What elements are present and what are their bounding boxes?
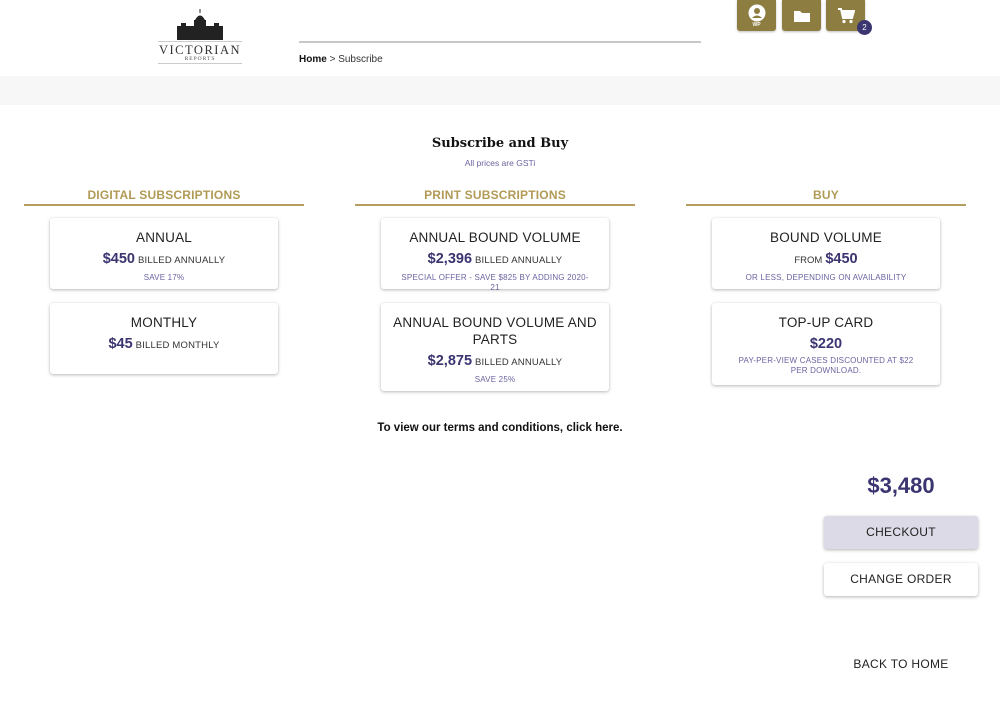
breadcrumb-home-link[interactable]: Home (299, 54, 327, 65)
column-heading: BUY (686, 188, 966, 206)
account-button[interactable]: WP (737, 0, 776, 31)
building-logo-icon (177, 9, 223, 40)
folder-button[interactable] (782, 0, 821, 31)
user-account-icon (748, 4, 765, 22)
product-card-annual[interactable]: ANNUAL $450 BILLED ANNUALLY SAVE 17% (50, 218, 278, 289)
product-price: $2,396 (427, 251, 473, 267)
search-bar[interactable] (299, 41, 701, 43)
product-card-annual-bound-volume[interactable]: ANNUAL BOUND VOLUME $2,396 BILLED ANNUALL… (381, 218, 609, 292)
product-card-bound-volume-and-parts[interactable]: ANNUAL BOUND VOLUME AND PARTS $2,875 BILL… (381, 303, 609, 391)
breadcrumb-separator: > (326, 54, 339, 65)
header-band (0, 76, 1000, 105)
product-note: SPECIAL OFFER - SAVE $825 BY ADDING 2020… (401, 273, 589, 292)
account-initials: WP (752, 22, 761, 28)
column-heading: PRINT SUBSCRIPTIONS (355, 188, 635, 206)
product-name: TOP-UP CARD (778, 315, 874, 330)
page-subtitle: All prices are GSTi (464, 158, 536, 168)
product-price: $45 (108, 336, 133, 352)
billing-period: BILLED ANNUALLY (475, 255, 563, 266)
product-price: $2,875 (427, 353, 473, 369)
logo-title: VICTORIAN (158, 41, 242, 57)
page-title: Subscribe and Buy (431, 136, 569, 151)
product-note: SAVE 17% (143, 273, 185, 282)
product-note: OR LESS, DEPENDING ON AVAILABILITY (745, 273, 907, 282)
breadcrumb: Home > Subscribe (299, 54, 383, 65)
product-card-bound-volume[interactable]: BOUND VOLUME FROM $450 OR LESS, DEPENDING… (712, 218, 940, 289)
product-name: ANNUAL BOUND VOLUME (409, 230, 581, 245)
product-name: BOUND VOLUME (770, 230, 882, 245)
back-to-home-link[interactable]: BACK TO HOME (851, 657, 951, 672)
print-subscriptions-column: PRINT SUBSCRIPTIONS ANNUAL BOUND VOLUME … (355, 188, 635, 391)
folder-icon (793, 10, 810, 22)
shopping-cart-icon (837, 7, 855, 23)
product-card-monthly[interactable]: MONTHLY $45 BILLED MONTHLY (50, 303, 278, 374)
billing-period: BILLED ANNUALLY (475, 357, 563, 368)
product-card-top-up-card[interactable]: TOP-UP CARD $220 PAY-PER-VIEW CASES DISC… (712, 303, 940, 385)
victorian-reports-logo[interactable]: VICTORIAN REPORTS (158, 8, 242, 64)
column-heading: DIGITAL SUBSCRIPTIONS (24, 188, 304, 206)
site-header: VICTORIAN REPORTS Home > Subscribe WP 2 (0, 0, 1000, 76)
billing-period: BILLED ANNUALLY (137, 255, 226, 266)
terms-and-conditions-link[interactable]: To view our terms and conditions, click … (0, 422, 1000, 434)
product-price: $450 (825, 251, 858, 267)
order-total: $3,480 (867, 473, 935, 498)
price-prefix: FROM (794, 255, 823, 266)
billing-period: BILLED MONTHLY (135, 340, 220, 351)
breadcrumb-current: Subscribe (338, 54, 383, 65)
product-name: ANNUAL (136, 230, 192, 245)
logo-subtitle: REPORTS (158, 56, 242, 64)
checkout-button[interactable]: CHECKOUT (824, 516, 978, 549)
product-name: ANNUAL BOUND VOLUME AND PARTS (393, 315, 597, 347)
product-note: SAVE 25% (474, 375, 516, 384)
digital-subscriptions-column: DIGITAL SUBSCRIPTIONS ANNUAL $450 BILLED … (24, 188, 304, 374)
product-name: MONTHLY (130, 315, 198, 330)
product-price: $450 (102, 251, 135, 267)
change-order-button[interactable]: CHANGE ORDER (824, 563, 978, 596)
buy-column: BUY BOUND VOLUME FROM $450 OR LESS, DEPEN… (686, 188, 966, 385)
product-note: PAY-PER-VIEW CASES DISCOUNTED AT $22 PER… (738, 356, 914, 375)
product-price: $220 (809, 336, 843, 352)
cart-count-badge: 2 (857, 20, 872, 35)
